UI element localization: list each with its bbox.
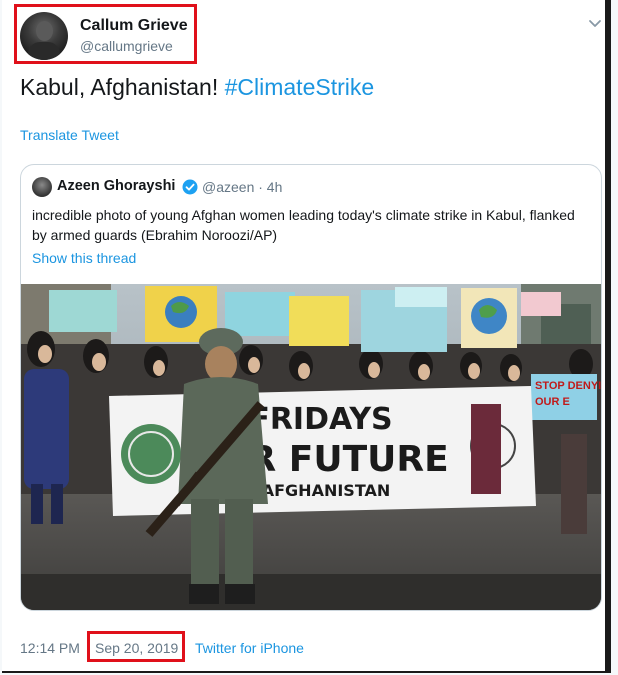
- avatar-body: [28, 42, 60, 60]
- svg-text:OUR E: OUR E: [535, 396, 570, 408]
- translate-tweet-link[interactable]: Translate Tweet: [20, 127, 119, 143]
- verified-badge-icon: [182, 179, 198, 195]
- tweet-date-link[interactable]: Sep 20, 2019: [95, 640, 178, 656]
- banner-line-3: AFGHANISTAN: [262, 481, 391, 500]
- quoted-avatar: [32, 177, 52, 197]
- author-avatar[interactable]: [20, 12, 68, 60]
- svg-text:STOP DENYING: STOP DENYING: [535, 380, 601, 392]
- quoted-text: incredible photo of young Afghan women l…: [32, 207, 575, 243]
- tweet-time: 12:14 PM: [20, 640, 80, 656]
- tweet-source-link[interactable]: Twitter for iPhone: [195, 640, 304, 656]
- author-handle[interactable]: @callumgrieve: [80, 38, 173, 54]
- banner-line-1: FRIDAYS: [249, 402, 392, 437]
- quoted-photo[interactable]: STOP DENYING OUR E FRIDAYS FOR FUTURE AF…: [21, 284, 601, 611]
- quoted-tweet[interactable]: Azeen Ghorayshi @azeen · 4h incredible p…: [20, 164, 602, 611]
- quoted-handle: @azeen · 4h: [202, 179, 283, 195]
- show-thread-link[interactable]: Show this thread: [32, 250, 136, 266]
- hashtag-link[interactable]: #ClimateStrike: [225, 74, 375, 100]
- tweet-body: Kabul, Afghanistan!: [20, 74, 225, 100]
- avatar-face: [36, 21, 53, 41]
- author-name[interactable]: Callum Grieve: [80, 17, 188, 35]
- quoted-author-name: Azeen Ghorayshi: [57, 178, 176, 194]
- chevron-down-icon[interactable]: [586, 14, 604, 32]
- tweet-text: Kabul, Afghanistan! #ClimateStrike: [20, 74, 374, 101]
